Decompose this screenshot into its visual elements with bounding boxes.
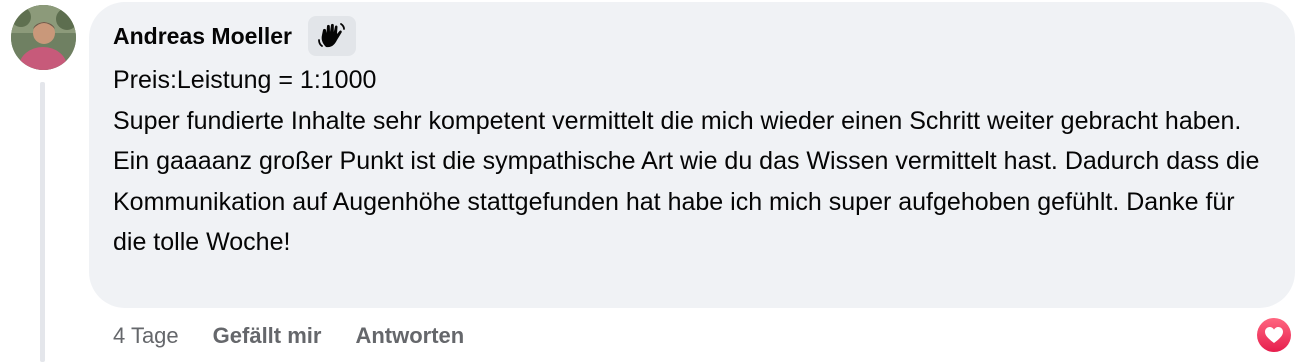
comment-line: Preis:Leistung = 1:1000 bbox=[113, 66, 377, 94]
reply-button[interactable]: Antworten bbox=[355, 323, 464, 349]
avatar[interactable] bbox=[11, 5, 76, 70]
comment-header: Andreas Moeller bbox=[113, 16, 1271, 56]
participant-badge[interactable] bbox=[307, 16, 356, 56]
hand-wave-icon bbox=[318, 23, 345, 48]
comment-bubble: Andreas Moeller Preis:Leistung = 1:1000 … bbox=[89, 2, 1295, 308]
comment-timestamp[interactable]: 4 Tage bbox=[113, 323, 179, 349]
avatar-photo bbox=[11, 5, 76, 70]
comment-actions: 4 Tage Gefällt mir Antworten bbox=[113, 322, 498, 350]
comment-text: Preis:Leistung = 1:1000 Super fundierte … bbox=[113, 60, 1271, 263]
author-name[interactable]: Andreas Moeller bbox=[113, 23, 292, 50]
heart-reaction-icon bbox=[1257, 318, 1291, 352]
like-button[interactable]: Gefällt mir bbox=[213, 323, 322, 349]
thread-line bbox=[40, 82, 45, 362]
heart-icon bbox=[1265, 327, 1283, 343]
comment-line: Super fundierte Inhalte sehr kompetent v… bbox=[113, 106, 1260, 257]
reaction-summary[interactable] bbox=[1255, 316, 1293, 354]
